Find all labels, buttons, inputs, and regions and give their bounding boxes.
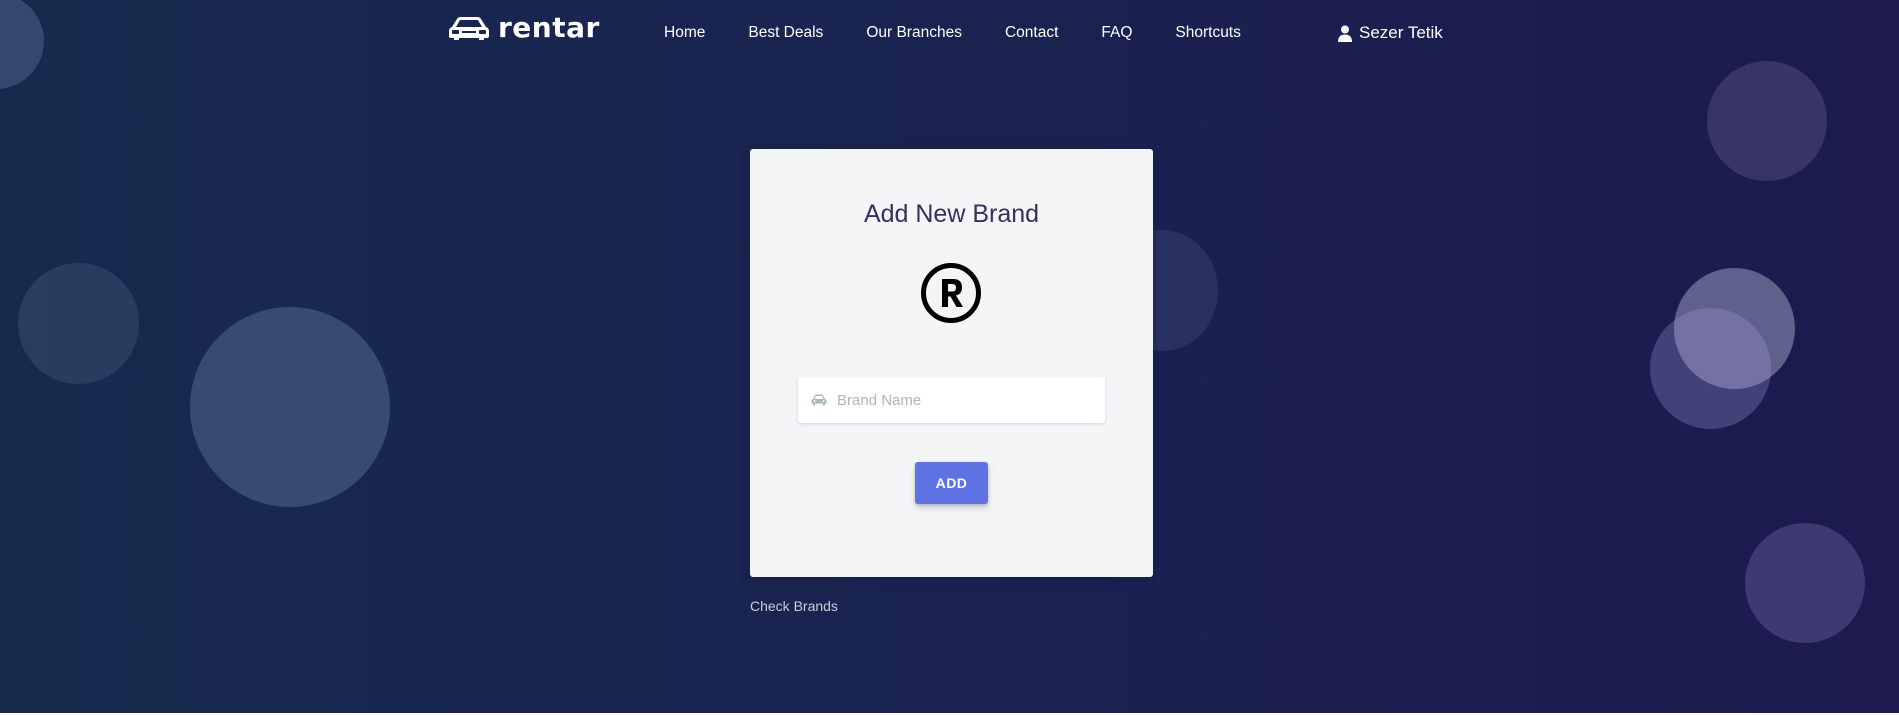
car-icon (449, 17, 489, 40)
add-button[interactable]: ADD (915, 462, 988, 504)
decorative-circle (1650, 308, 1771, 429)
nav-menu: Home Best Deals Our Branches Contact FAQ… (664, 24, 1284, 42)
nav-link-home[interactable]: Home (664, 24, 705, 42)
decorative-circle (18, 263, 139, 384)
user-name: Sezer Tetik (1359, 23, 1443, 42)
brand-name: rentar (498, 11, 600, 44)
car-icon (811, 394, 827, 406)
nav-link-best-deals[interactable]: Best Deals (748, 24, 823, 42)
user-icon (1338, 25, 1352, 42)
brand-name-input[interactable] (837, 391, 1087, 409)
nav-link-contact[interactable]: Contact (1005, 24, 1058, 42)
nav-link-shortcuts[interactable]: Shortcuts (1175, 24, 1240, 42)
add-brand-card: Add New Brand ADD (750, 149, 1153, 577)
brand-logo-link[interactable]: rentar (448, 14, 600, 42)
registered-trademark-icon (921, 263, 981, 323)
decorative-circle (1707, 61, 1827, 181)
user-menu[interactable]: Sezer Tetik (1338, 23, 1443, 43)
page-title: Add New Brand (863, 200, 1040, 228)
navbar: rentar Home Best Deals Our Branches Cont… (0, 0, 1899, 66)
check-brands-link[interactable]: Check Brands (750, 598, 838, 614)
page-background: rentar Home Best Deals Our Branches Cont… (0, 0, 1899, 713)
decorative-circle (1745, 523, 1865, 643)
nav-link-our-branches[interactable]: Our Branches (866, 24, 962, 42)
brand-name-field (798, 377, 1105, 423)
decorative-circle (190, 307, 390, 507)
nav-link-faq[interactable]: FAQ (1101, 24, 1132, 42)
